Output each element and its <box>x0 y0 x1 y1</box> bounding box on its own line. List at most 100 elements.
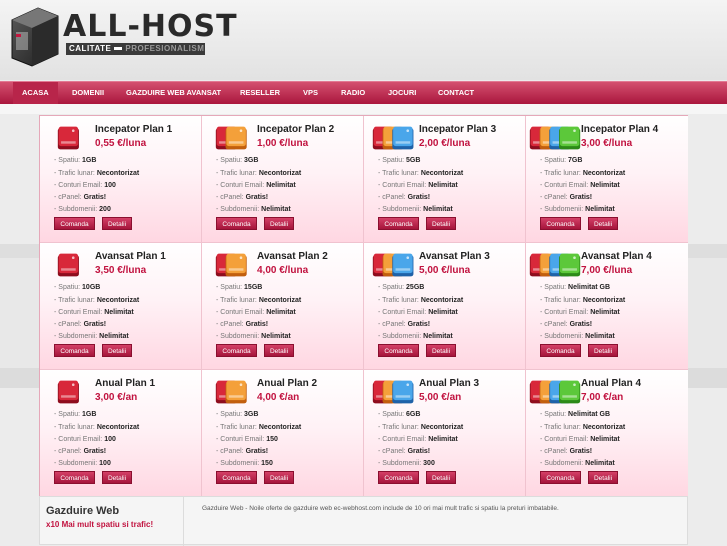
feature-value: Gratis! <box>245 448 269 455</box>
detalii-button[interactable]: Detalii <box>102 217 132 230</box>
comanda-button[interactable]: Comanda <box>216 217 257 230</box>
comanda-button[interactable]: Comanda <box>540 471 581 484</box>
nav-item-acasa[interactable]: ACASA <box>13 82 58 104</box>
feature-value: 200 <box>99 206 111 213</box>
tagline-professionalism: PROFESIONALISM <box>125 44 205 53</box>
feature-value: Nelimitat <box>423 333 453 340</box>
feature-email: - Conturi Email: Nelimitat <box>54 309 134 316</box>
plan-price: 4,00 €/an <box>257 392 300 403</box>
feature-label: - Subdomenii: <box>378 460 422 467</box>
feature-label: - Conturi Email: <box>540 182 589 189</box>
feature-value: Nelimitat <box>99 333 129 340</box>
server-drive-icon <box>529 126 581 150</box>
feature-label: - Spatiu: <box>216 411 243 418</box>
detalii-button[interactable]: Detalii <box>264 217 294 230</box>
feature-value: Necontorizat <box>582 424 626 431</box>
feature-label: - Conturi Email: <box>378 182 427 189</box>
plan-card: Anual Plan 1 3,00 €/an - Spatiu: 1GB - Traf… <box>40 370 202 497</box>
nav-item-jocuri[interactable]: JOCURI <box>388 82 416 104</box>
feature-label: - cPanel: <box>378 321 406 328</box>
feature-spatiu: - Spatiu: Nelimitat GB <box>540 411 610 418</box>
feature-subdomenii: - Subdomenii: Nelimitat <box>540 333 615 340</box>
plan-price: 5,00 €/luna <box>419 265 471 276</box>
logo-tagline: CALITATE PROFESIONALISM <box>66 43 205 55</box>
feature-value: 100 <box>104 182 116 189</box>
feature-label: - Conturi Email: <box>54 182 103 189</box>
feature-value: Necontorizat <box>582 297 626 304</box>
detalii-button[interactable]: Detalii <box>588 471 618 484</box>
nav-item-reseller[interactable]: RESELLER <box>240 82 280 104</box>
feature-value: 5GB <box>406 157 421 164</box>
feature-email: - Conturi Email: Nelimitat <box>540 436 620 443</box>
feature-label: - Trafic lunar: <box>216 297 257 304</box>
feature-spatiu: - Spatiu: 6GB <box>378 411 420 418</box>
feature-label: - Subdomenii: <box>216 333 260 340</box>
feature-spatiu: - Spatiu: 1GB <box>54 157 96 164</box>
detalii-button[interactable]: Detalii <box>426 471 456 484</box>
feature-email: - Conturi Email: Nelimitat <box>540 309 620 316</box>
detalii-button[interactable]: Detalii <box>426 344 456 357</box>
web-hosting-subtitle: x10 Mai mult spatiu si trafic! <box>46 520 154 529</box>
comanda-button[interactable]: Comanda <box>378 344 419 357</box>
feature-label: - Spatiu: <box>540 157 567 164</box>
plan-card: Avansat Plan 1 3,50 €/luna - Spatiu: 10GB -… <box>40 243 202 370</box>
feature-trafic: - Trafic lunar: Necontorizat <box>540 297 625 304</box>
logo-title[interactable]: ALL-HOST <box>63 9 238 44</box>
nav-item-vps[interactable]: VPS <box>303 82 318 104</box>
feature-label: - cPanel: <box>216 448 244 455</box>
hard-drive-logo-icon[interactable] <box>8 6 60 68</box>
detalii-button[interactable]: Detalii <box>426 217 456 230</box>
feature-label: - Spatiu: <box>54 411 81 418</box>
nav-item-radio[interactable]: RADIO <box>341 82 365 104</box>
feature-trafic: - Trafic lunar: Necontorizat <box>378 170 463 177</box>
feature-label: - cPanel: <box>54 194 82 201</box>
nav-item-domenii[interactable]: DOMENII <box>72 82 104 104</box>
feature-trafic: - Trafic lunar: Necontorizat <box>216 170 301 177</box>
plan-name: Avansat Plan 1 <box>95 251 166 262</box>
feature-label: - cPanel: <box>378 194 406 201</box>
detalii-button[interactable]: Detalii <box>102 344 132 357</box>
feature-trafic: - Trafic lunar: Necontorizat <box>54 424 139 431</box>
background-stripe <box>0 104 727 114</box>
feature-value: Gratis! <box>83 194 107 201</box>
feature-label: - Spatiu: <box>540 411 567 418</box>
comanda-button[interactable]: Comanda <box>54 217 95 230</box>
comanda-button[interactable]: Comanda <box>540 217 581 230</box>
feature-label: - Subdomenii: <box>540 460 584 467</box>
plan-price: 1,00 €/luna <box>257 138 309 149</box>
comanda-button[interactable]: Comanda <box>54 344 95 357</box>
comanda-button[interactable]: Comanda <box>378 471 419 484</box>
feature-value: 150 <box>266 436 278 443</box>
feature-value: Nelimitat <box>585 460 615 467</box>
comanda-button[interactable]: Comanda <box>378 217 419 230</box>
feature-label: - Conturi Email: <box>216 436 265 443</box>
feature-cpanel: - cPanel: Gratis! <box>54 194 106 201</box>
feature-label: - Trafic lunar: <box>540 424 581 431</box>
detalii-button[interactable]: Detalii <box>264 344 294 357</box>
feature-value: Nelimitat <box>261 206 291 213</box>
feature-cpanel: - cPanel: Gratis! <box>378 448 430 455</box>
nav-item-gazduire-web-avansat[interactable]: GAZDUIRE WEB AVANSAT <box>126 82 221 104</box>
detalii-button[interactable]: Detalii <box>264 471 294 484</box>
feature-value: Nelimitat <box>428 309 458 316</box>
feature-label: - Subdomenii: <box>54 460 98 467</box>
detalii-button[interactable]: Detalii <box>588 217 618 230</box>
comanda-button[interactable]: Comanda <box>216 471 257 484</box>
feature-label: - Trafic lunar: <box>540 170 581 177</box>
feature-cpanel: - cPanel: Gratis! <box>216 321 268 328</box>
plan-name: Incepator Plan 1 <box>95 124 173 135</box>
comanda-button[interactable]: Comanda <box>54 471 95 484</box>
comanda-button[interactable]: Comanda <box>216 344 257 357</box>
plan-name: Incepator Plan 4 <box>581 124 659 135</box>
detalii-button[interactable]: Detalii <box>588 344 618 357</box>
feature-cpanel: - cPanel: Gratis! <box>540 448 592 455</box>
comanda-button[interactable]: Comanda <box>540 344 581 357</box>
feature-subdomenii: - Subdomenii: 100 <box>54 460 111 467</box>
feature-value: 150 <box>261 460 273 467</box>
server-drive-icon <box>529 253 581 277</box>
hosting-plans-grid: Incepator Plan 1 0,55 €/luna - Spatiu: 1GB… <box>39 115 688 497</box>
feature-value: 7GB <box>568 157 583 164</box>
nav-item-contact[interactable]: CONTACT <box>438 82 474 104</box>
plan-card: Incepator Plan 4 3,00 €/luna - Spatiu: 7GB… <box>526 116 688 243</box>
detalii-button[interactable]: Detalii <box>102 471 132 484</box>
